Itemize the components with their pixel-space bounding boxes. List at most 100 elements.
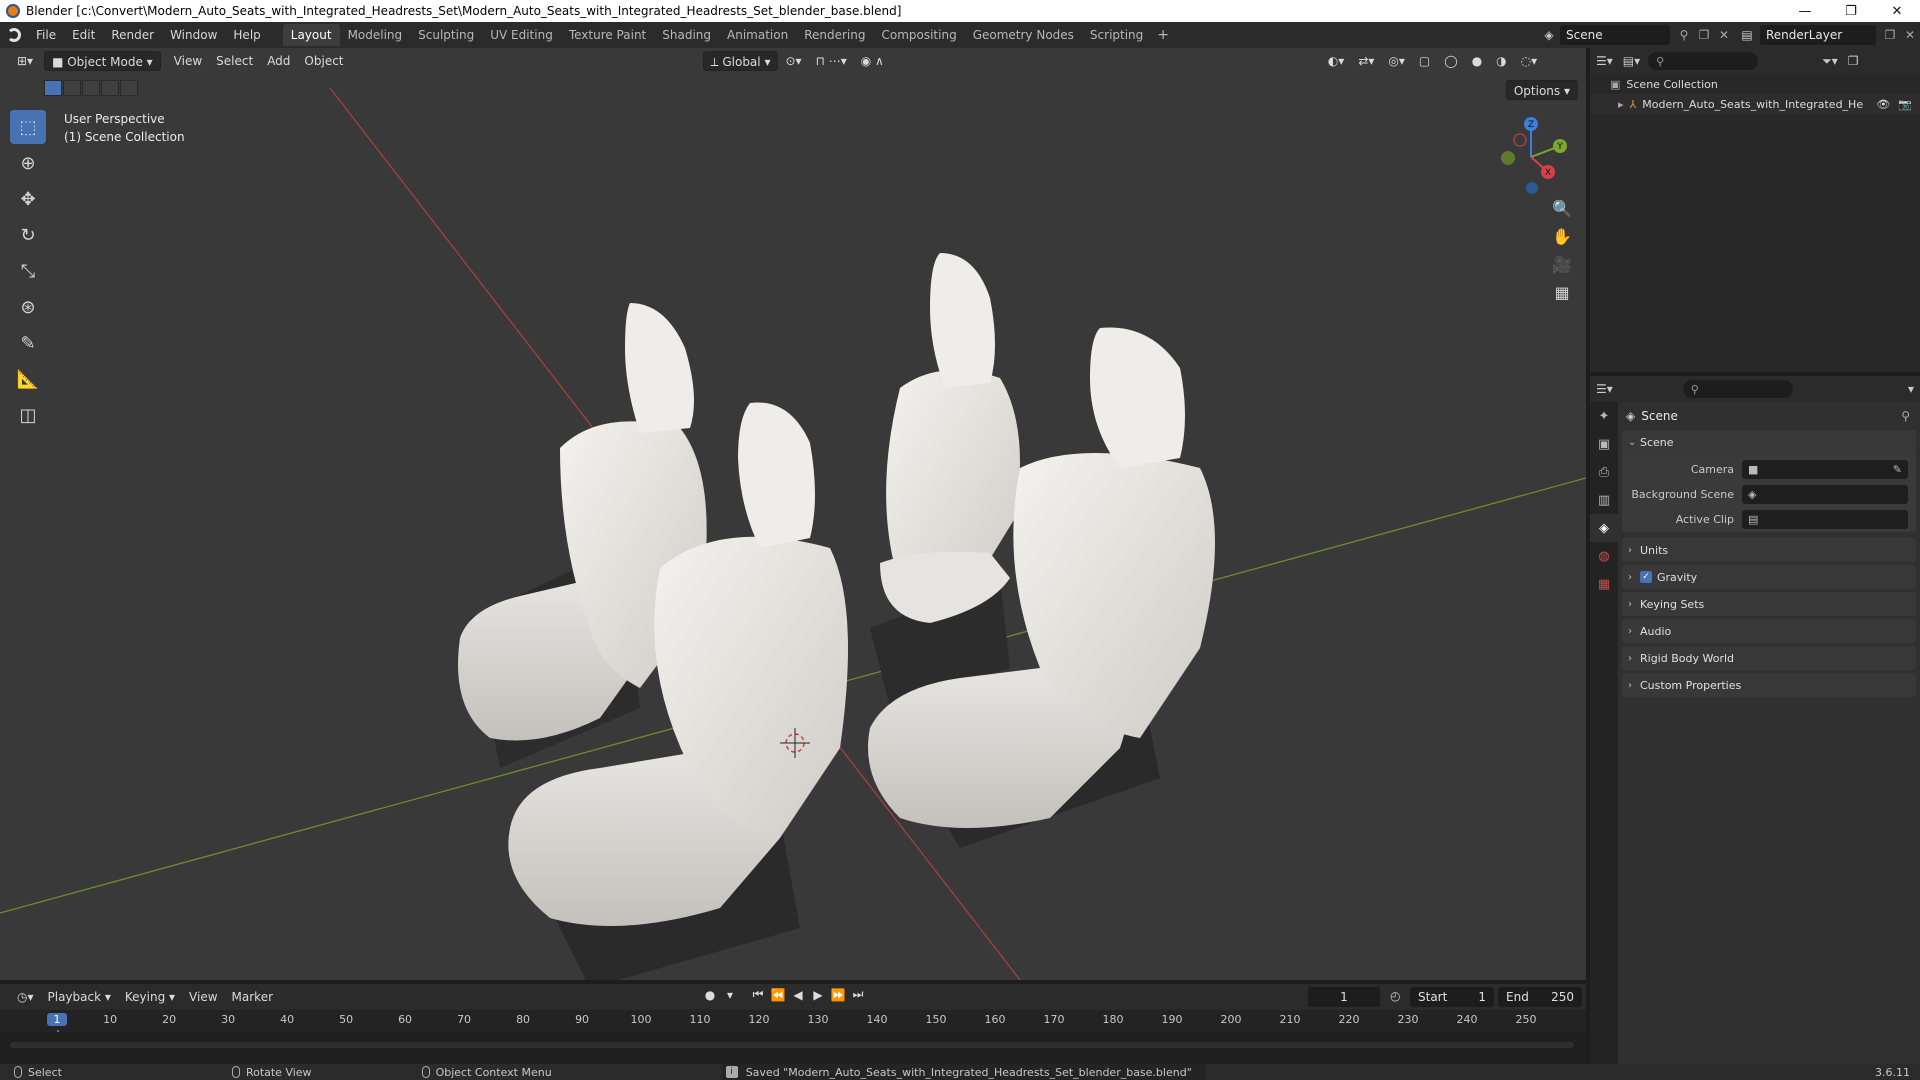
scene-new-icon[interactable]: ❐ (1694, 28, 1714, 42)
timeline-editor-icon[interactable]: ◷▾ (10, 987, 41, 1007)
pan-hand-icon[interactable]: ✋ (1550, 222, 1574, 250)
jump-start-icon[interactable]: ⏮ (748, 987, 768, 1002)
viewport-menu-object[interactable]: Object (297, 51, 350, 71)
navigation-gizmo[interactable]: Z Y X (1486, 112, 1576, 202)
playhead-frame-label[interactable]: 1 (47, 1013, 67, 1026)
eyedropper-icon[interactable]: ✎ (1893, 463, 1902, 476)
tab-shading[interactable]: Shading (654, 24, 719, 46)
cursor-icon[interactable]: ⊕ (10, 146, 46, 180)
zoom-icon[interactable]: 🔍 (1550, 194, 1574, 222)
scale-icon[interactable]: ⤡ (10, 254, 46, 288)
minimize-button[interactable]: — (1782, 0, 1828, 22)
xray-icon[interactable]: ▢ (1412, 51, 1437, 71)
timeline-menu-playback[interactable]: Playback ▾ (41, 987, 118, 1007)
viewport-menu-select[interactable]: Select (209, 51, 260, 71)
tab-scripting[interactable]: Scripting (1082, 24, 1151, 46)
gizmo-toggle-icon[interactable]: ⇄▾ (1351, 51, 1381, 71)
scene-selector-icon[interactable]: ◈ (1538, 28, 1560, 42)
play-reverse-icon[interactable]: ◀ (788, 988, 808, 1002)
close-button[interactable]: ✕ (1874, 0, 1920, 22)
timeline-menu-keying[interactable]: Keying ▾ (118, 987, 182, 1007)
outliner-search-input[interactable]: ⚲ (1648, 52, 1759, 70)
maximize-button[interactable]: ❐ (1828, 0, 1874, 22)
pivot-icon[interactable]: ⊙▾ (778, 51, 808, 71)
viewport-menu-add[interactable]: Add (260, 51, 297, 71)
menu-help[interactable]: Help (225, 22, 268, 48)
render-camera-icon[interactable]: 📷 (1898, 98, 1912, 111)
render-layer-remove-icon[interactable]: ✕ (1900, 28, 1920, 42)
shading-rendered-icon[interactable]: ◌▾ (1514, 51, 1545, 71)
filter-icon[interactable]: ⏷▾ (1822, 54, 1838, 69)
mode-dropdown[interactable]: ■ Object Mode ▾ (44, 51, 161, 71)
pin-icon[interactable]: ⚲ (1901, 409, 1910, 423)
add-cube-icon[interactable]: ◫ (10, 398, 46, 432)
visibility-icon[interactable]: ◐▾ (1321, 51, 1352, 71)
expand-arrow-icon[interactable]: ▸ (1618, 98, 1624, 111)
scene-tab-icon[interactable]: ◈ (1590, 514, 1618, 542)
view-layer-tab-icon[interactable]: ▥ (1590, 486, 1618, 514)
current-frame-field[interactable]: 1 (1308, 987, 1380, 1007)
tab-geometry-nodes[interactable]: Geometry Nodes (965, 24, 1082, 46)
outliner-row-scene-collection[interactable]: ▣ Scene Collection (1590, 74, 1920, 94)
viewport-menu-view[interactable]: View (167, 51, 209, 71)
menu-render[interactable]: Render (103, 22, 162, 48)
custom-properties-section-header[interactable]: › Custom Properties (1622, 673, 1916, 697)
measure-icon[interactable]: 📐 (10, 362, 46, 396)
display-mode-icon[interactable]: ▤▾ (1623, 54, 1640, 68)
shading-solid-icon[interactable]: ● (1465, 51, 1489, 71)
tab-texture-paint[interactable]: Texture Paint (561, 24, 654, 46)
add-workspace-button[interactable]: + (1151, 27, 1175, 43)
move-icon[interactable]: ✥ (10, 182, 46, 216)
select-box-icon[interactable]: ⬚ (10, 110, 46, 144)
seat-back-right[interactable] (870, 253, 1020, 708)
ortho-grid-icon[interactable]: ▦ (1550, 278, 1574, 306)
properties-editor-icon[interactable]: ☰▾ (1596, 382, 1613, 396)
units-section-header[interactable]: › Units (1622, 538, 1916, 562)
render-layer-field[interactable]: RenderLayer (1760, 25, 1876, 45)
annotate-icon[interactable]: ✎ (10, 326, 46, 360)
select-subtract-icon[interactable] (82, 80, 100, 96)
start-frame-field[interactable]: Start 1 (1410, 987, 1494, 1007)
menu-window[interactable]: Window (162, 22, 225, 48)
select-intersect-icon[interactable] (120, 80, 138, 96)
record-options-icon[interactable]: ▾ (720, 988, 740, 1002)
orientation-dropdown[interactable]: ⟂ Global ▾ (702, 51, 779, 71)
render-tab-icon[interactable]: ▣ (1590, 430, 1618, 458)
audio-section-header[interactable]: › Audio (1622, 619, 1916, 643)
tab-sculpting[interactable]: Sculpting (410, 24, 482, 46)
output-tab-icon[interactable]: ⎙ (1590, 458, 1618, 486)
render-layer-icon[interactable]: ▤ (1734, 28, 1760, 42)
jump-keyframe-back-icon[interactable]: ⏪ (768, 988, 788, 1002)
visibility-eye-icon[interactable]: 👁 (1876, 98, 1890, 111)
3d-viewport[interactable]: ⊞▾ ■ Object Mode ▾ View Select Add Objec… (0, 48, 1586, 980)
clock-icon[interactable]: ◴ (1390, 989, 1400, 1003)
scene-section-header[interactable]: ⌄ Scene (1622, 430, 1916, 454)
viewport-scene[interactable] (0, 48, 1586, 980)
select-invert-icon[interactable] (101, 80, 119, 96)
camera-view-icon[interactable]: 🎥 (1550, 250, 1574, 278)
camera-field[interactable]: ■ ✎ (1742, 460, 1908, 479)
play-icon[interactable]: ▶ (808, 988, 828, 1002)
scene-pin-icon[interactable]: ⚲ (1674, 28, 1694, 42)
timeline-menu-marker[interactable]: Marker (225, 987, 280, 1007)
background-scene-field[interactable]: ◈ (1742, 485, 1908, 504)
timeline-menu-view[interactable]: View (182, 987, 224, 1007)
rigid-body-world-section-header[interactable]: › Rigid Body World (1622, 646, 1916, 670)
jump-end-icon[interactable]: ⏭ (848, 987, 868, 1002)
tab-animation[interactable]: Animation (719, 24, 796, 46)
proportional-edit-icon[interactable]: ◉ ∧ (854, 51, 891, 71)
scene-remove-icon[interactable]: ✕ (1714, 28, 1734, 42)
tool-tab-icon[interactable]: ✦ (1590, 402, 1618, 430)
shading-wireframe-icon[interactable]: ◯ (1437, 51, 1464, 71)
tab-modeling[interactable]: Modeling (340, 24, 411, 46)
timeline-track[interactable] (0, 1032, 1586, 1064)
scene-field[interactable]: Scene (1560, 25, 1670, 45)
new-collection-icon[interactable]: ❐ (1848, 54, 1859, 68)
timeline-ruler[interactable]: 1 10 20 30 40 50 60 70 80 90 100 110 120 130 140 150 160… (0, 1010, 1586, 1064)
active-clip-field[interactable]: ▤ (1742, 510, 1908, 529)
tab-compositing[interactable]: Compositing (873, 24, 964, 46)
blender-logo-icon[interactable] (0, 22, 28, 48)
menu-file[interactable]: File (28, 22, 64, 48)
texture-tab-icon[interactable]: ▦ (1590, 570, 1618, 598)
select-new-icon[interactable] (44, 80, 62, 96)
